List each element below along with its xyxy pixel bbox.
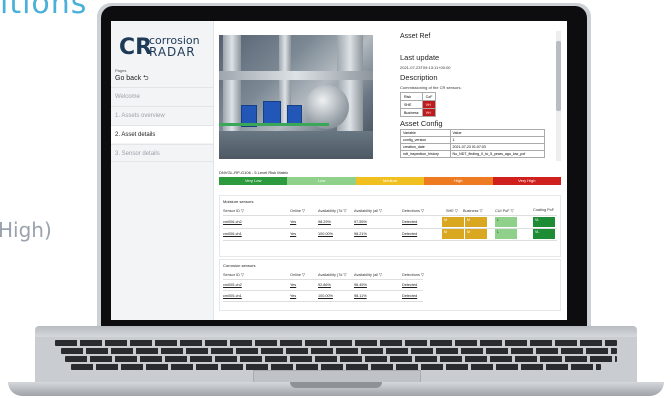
risk-level-low: Low [287, 177, 356, 185]
sensor-id-link[interactable]: cm006-ch2 [223, 220, 242, 224]
col-detections[interactable]: Detections ▽ [402, 208, 424, 213]
col-online[interactable]: Online ▽ [290, 272, 305, 277]
corrosion-sensors-section: Corrosion sensors Sensor ID ▽ Online ▽ A… [219, 259, 561, 311]
risk-row-value: VH [421, 108, 437, 117]
cof-header: CoF [421, 92, 437, 101]
col-sensor-id[interactable]: Sensor ID ▽ [223, 208, 244, 213]
online-status: Yes [290, 232, 297, 236]
she-risk-chip: M [442, 217, 464, 227]
coating-pof-chip: VL [533, 229, 555, 239]
col-she[interactable]: SHE ▽ [446, 208, 458, 213]
moisture-sensors-section: Moisture sensors Sensor ID ▽ Online ▽ Av… [219, 195, 561, 257]
sensor-id-link[interactable]: cm005-ch2 [223, 283, 242, 287]
config-value: 1 [449, 136, 546, 144]
laptop-notch [290, 382, 382, 388]
availability-7d-value: 100.00% [318, 232, 333, 236]
logo-mark: CR [119, 35, 153, 60]
business-risk-chip: M [465, 229, 487, 239]
online-status: Yes [290, 294, 297, 298]
detections-value: Detected [402, 283, 418, 287]
risk-level-medium: Medium [355, 177, 425, 185]
asset-info-panel: Asset Ref Last update 2021-07-23T09:13:1… [394, 31, 552, 161]
sensor-id-link[interactable]: cm006-ch1 [223, 232, 242, 236]
col-availability-7d[interactable]: Availability (7d ▽ [318, 272, 346, 277]
nav-item-sensor-details[interactable]: 3. Sensor details [111, 144, 213, 162]
moisture-sensors-title: Moisture sensors [223, 199, 254, 204]
risk-table: Risk CoF SHE VH Business VH [400, 92, 437, 117]
availability-all-value: 97.55% [354, 220, 367, 224]
background-heading-fragment: itions [0, 0, 88, 21]
col-detections[interactable]: Detections ▽ [402, 272, 424, 277]
detections-value: Detected [402, 232, 418, 236]
coating-pof-chip: VL [533, 217, 555, 227]
description-value: Commissioning of the CR sensors. [400, 85, 462, 90]
risk-matrix: Very Low Low Medium High Very High [219, 177, 562, 185]
business-risk-chip: M [465, 217, 487, 227]
config-variable: ndt_inspection_history [400, 150, 451, 158]
logo-text-line2: RADAR [149, 45, 196, 59]
nav-item-assets-overview[interactable]: 1. Assets overview [111, 106, 213, 124]
corrosion-sensors-title: Corrosion sensors [223, 263, 256, 268]
cui-pof-chip: L [495, 229, 517, 239]
variable-header: Variable [400, 129, 451, 137]
risk-row-label: SHE [400, 100, 423, 109]
col-online[interactable]: Online ▽ [290, 208, 305, 213]
availability-all-value: 98.11% [354, 294, 367, 298]
risk-matrix-title: DNVGL-RP-G106 - 5 Level Risk Matrix [219, 170, 289, 175]
risk-row-label: Business [400, 108, 423, 117]
risk-header: Risk [400, 92, 423, 101]
risk-level-high: High [424, 177, 493, 185]
config-variable: config_version [400, 136, 451, 144]
risk-level-very-low: Very Low [219, 177, 288, 185]
she-risk-chip: M [442, 229, 464, 239]
col-business[interactable]: Business ▽ [463, 208, 482, 213]
cui-pof-chip: L [495, 217, 517, 227]
col-availability-all[interactable]: Availability (all ▽ [354, 208, 382, 213]
online-status: Yes [290, 220, 297, 224]
asset-ref-title: Asset Ref [400, 33, 431, 40]
value-header: Value [449, 129, 546, 137]
col-sensor-id[interactable]: Sensor ID ▽ [223, 272, 244, 277]
laptop-screen: CR corrosion RADAR Pages Go back ⮌ Welco… [111, 21, 567, 320]
col-availability-7d[interactable]: Availability (7d ▽ [318, 208, 346, 213]
asset-config-table: Variable Value config_version 1 creation… [400, 129, 546, 158]
risk-level-very-high: Very High [492, 177, 562, 185]
risk-row-value: VH [421, 100, 437, 109]
asset-config-heading: Asset Config [400, 119, 443, 128]
panel-scrollbar-thumb[interactable] [556, 41, 561, 111]
online-status: Yes [290, 283, 297, 287]
col-availability-all[interactable]: Availability (all ▽ [354, 272, 382, 277]
background-text-fragment: High) [0, 218, 52, 242]
asset-photo [219, 35, 373, 159]
last-update-heading: Last update [400, 53, 440, 62]
detections-value: Detected [402, 294, 418, 298]
config-variable: creation_date [400, 143, 451, 151]
sensor-id-link[interactable]: cm005-ch1 [223, 294, 242, 298]
availability-7d-value: 98.29% [318, 220, 331, 224]
col-coating-pof[interactable]: Coating PoF [533, 208, 554, 212]
nav-item-welcome[interactable]: Welcome [111, 87, 213, 105]
go-back-button[interactable]: Go back ⮌ [115, 74, 149, 85]
detections-value: Detected [402, 220, 418, 224]
pages-label: Pages [115, 68, 127, 73]
availability-all-value: 98.21% [354, 232, 367, 236]
col-cui-pof[interactable]: CUI PoF ▽ [495, 208, 514, 213]
availability-7d-value: 92.86% [318, 283, 331, 287]
sidebar: CR corrosion RADAR Pages Go back ⮌ Welco… [111, 21, 214, 320]
availability-7d-value: 100.00% [318, 294, 333, 298]
corrosion-radar-logo: CR corrosion RADAR [119, 33, 213, 63]
nav-item-asset-details[interactable]: 2. Asset details [111, 125, 213, 143]
config-value: No_NDT_finding_0_to_5_years_ago_low_pof [449, 150, 546, 158]
description-heading: Description [400, 73, 438, 82]
last-update-value: 2021-07-23T09:13:11+00:00 [400, 65, 451, 70]
availability-all-value: 96.45% [354, 283, 367, 287]
config-value: 2021-07-23 01:07:03 [449, 143, 546, 151]
